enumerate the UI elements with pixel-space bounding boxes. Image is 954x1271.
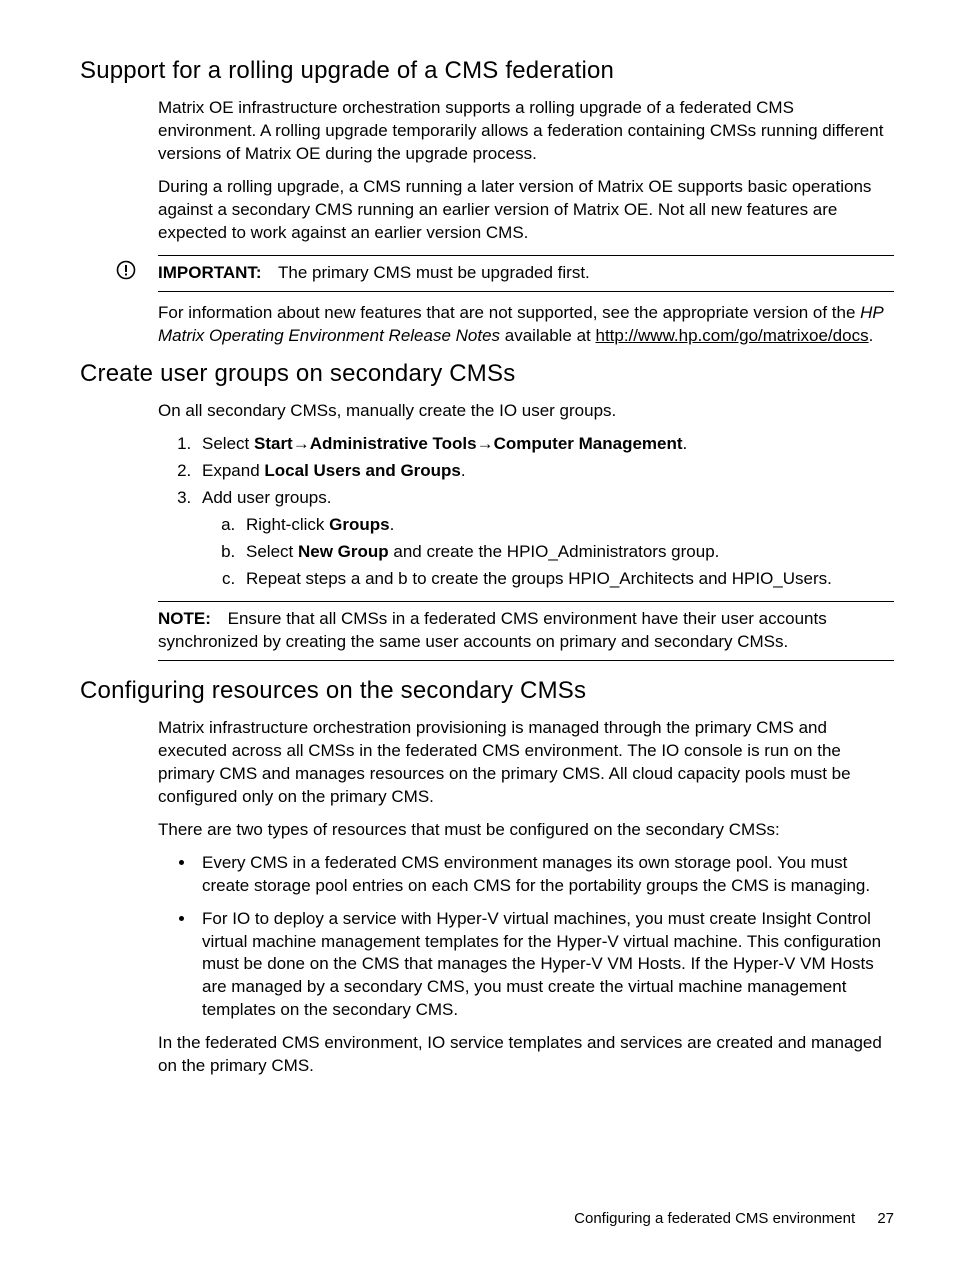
heading-configuring-resources: Configuring resources on the secondary C… [80, 675, 894, 707]
substep-item: Right-click Groups. [240, 514, 894, 537]
heading-rolling-upgrade: Support for a rolling upgrade of a CMS f… [80, 55, 894, 87]
note-label: NOTE: [158, 609, 211, 628]
bullet-item: For IO to deploy a service with Hyper-V … [196, 908, 894, 1023]
footer-title: Configuring a federated CMS environment [574, 1210, 855, 1227]
substep-item: Select New Group and create the HPIO_Adm… [240, 541, 894, 564]
paragraph: For information about new features that … [158, 302, 894, 348]
paragraph: In the federated CMS environment, IO ser… [158, 1032, 894, 1078]
bullet-list: Every CMS in a federated CMS environment… [158, 852, 894, 1023]
important-text: The primary CMS must be upgraded first. [278, 263, 590, 282]
section-create-user-groups-body: On all secondary CMSs, manually create t… [158, 400, 894, 660]
substep-item: Repeat steps a and b to create the group… [240, 568, 894, 591]
heading-create-user-groups: Create user groups on secondary CMSs [80, 358, 894, 390]
step-item: Add user groups. Right-click Groups. Sel… [196, 487, 894, 591]
step-item: Expand Local Users and Groups. [196, 460, 894, 483]
important-icon [116, 260, 136, 280]
substeps-list: Right-click Groups. Select New Group and… [202, 514, 894, 591]
paragraph: There are two types of resources that mu… [158, 819, 894, 842]
important-label: IMPORTANT: [158, 263, 262, 282]
paragraph: Matrix OE infrastructure orchestration s… [158, 97, 894, 166]
footer-page-number: 27 [877, 1210, 894, 1227]
note-callout: NOTE: Ensure that all CMSs in a federate… [158, 601, 894, 661]
bullet-item: Every CMS in a federated CMS environment… [196, 852, 894, 898]
paragraph: On all secondary CMSs, manually create t… [158, 400, 894, 423]
important-callout: IMPORTANT: The primary CMS must be upgra… [158, 255, 894, 292]
paragraph: Matrix infrastructure orchestration prov… [158, 717, 894, 809]
section-configuring-resources-body: Matrix infrastructure orchestration prov… [158, 717, 894, 1078]
page: Support for a rolling upgrade of a CMS f… [0, 0, 954, 1271]
page-footer: Configuring a federated CMS environment … [574, 1209, 894, 1229]
paragraph: During a rolling upgrade, a CMS running … [158, 176, 894, 245]
docs-link[interactable]: http://www.hp.com/go/matrixoe/docs [596, 326, 869, 345]
step-item: Select Start→Administrative Tools→Comput… [196, 433, 894, 456]
steps-list: Select Start→Administrative Tools→Comput… [158, 433, 894, 591]
note-text: Ensure that all CMSs in a federated CMS … [158, 609, 827, 651]
section-rolling-upgrade-body: Matrix OE infrastructure orchestration s… [158, 97, 894, 347]
